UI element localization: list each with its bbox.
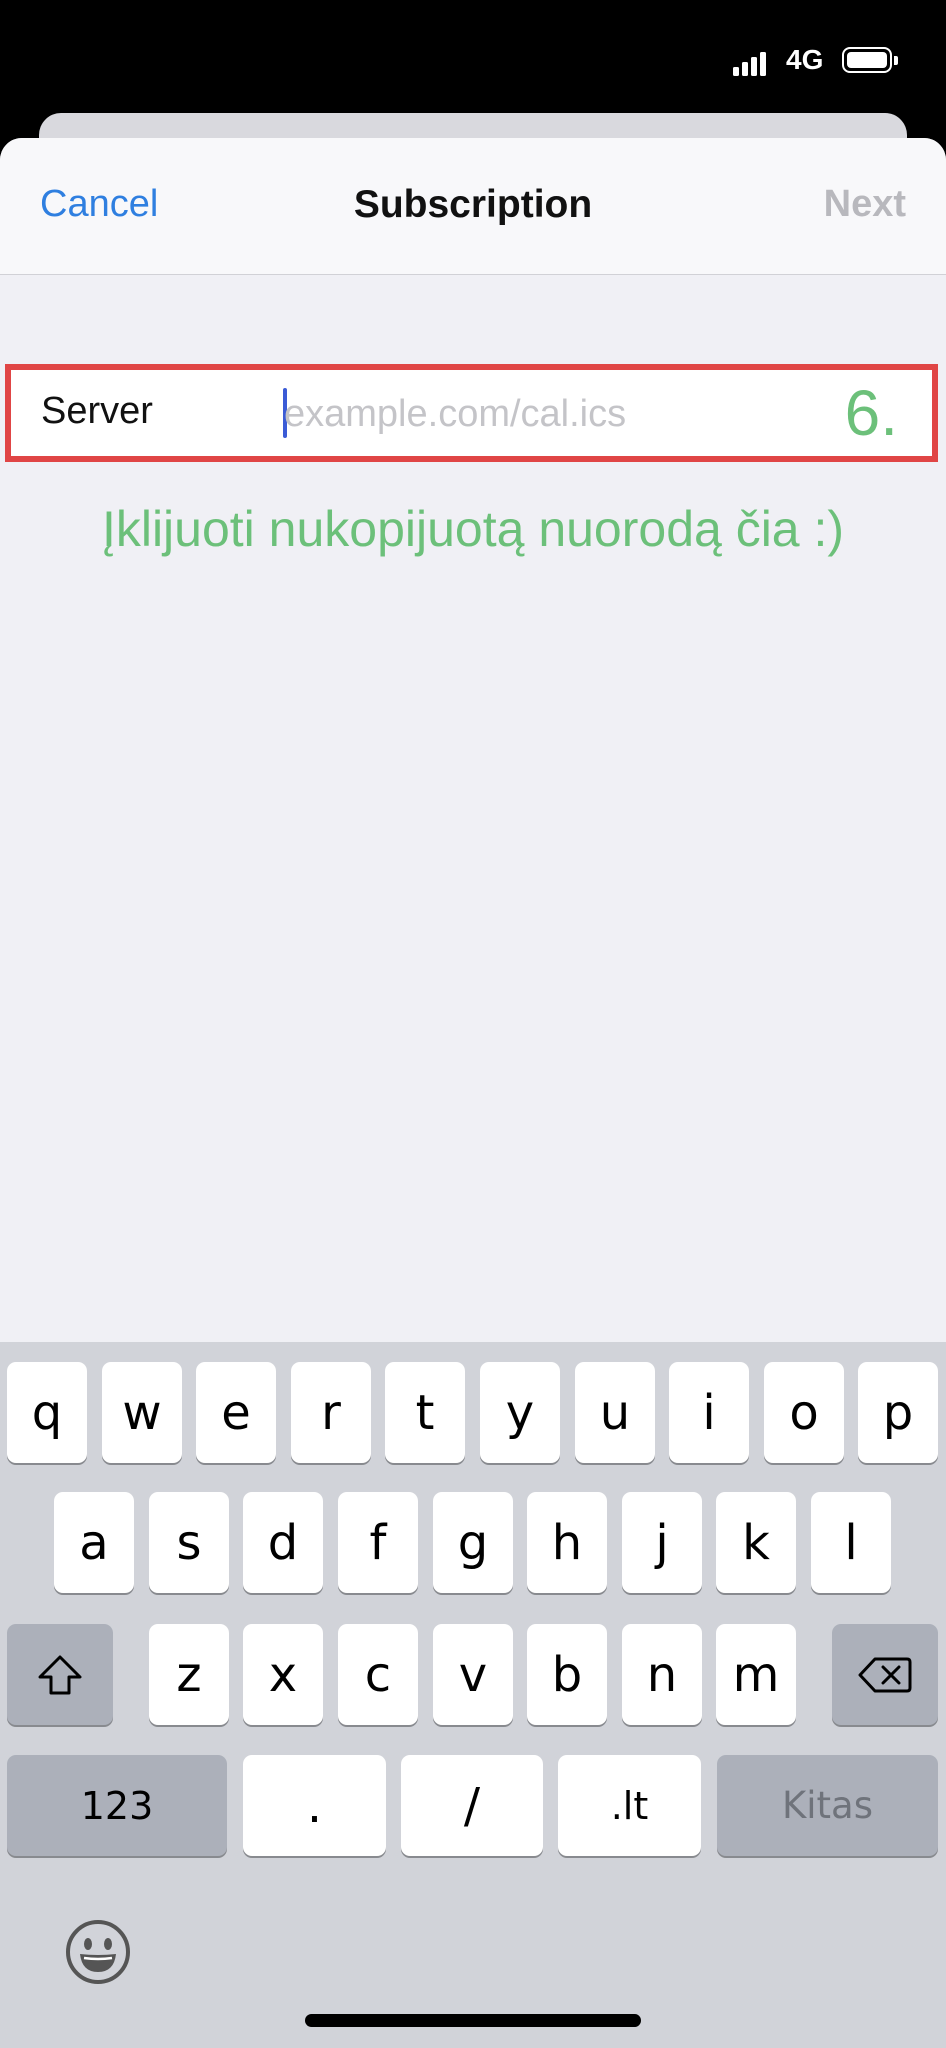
navigation-bar: Cancel Subscription Next: [0, 138, 946, 275]
key-g[interactable]: g: [433, 1492, 513, 1593]
key-label: g: [457, 1514, 489, 1571]
key-z[interactable]: z: [149, 1624, 229, 1725]
key-s[interactable]: s: [149, 1492, 229, 1593]
status-bar: 4G: [0, 0, 946, 120]
annotation-note: Įklijuoti nukopijuotą nuorodą čia :): [101, 501, 845, 557]
key-label: v: [458, 1646, 488, 1703]
key-y[interactable]: y: [480, 1362, 560, 1463]
key-l[interactable]: l: [811, 1492, 891, 1593]
backspace-icon: [858, 1657, 912, 1692]
numbers-key[interactable]: 123: [7, 1755, 227, 1856]
key-n[interactable]: n: [622, 1624, 702, 1725]
slash-key[interactable]: /: [401, 1755, 543, 1856]
key-f[interactable]: f: [338, 1492, 418, 1593]
lt-domain-key[interactable]: .lt: [558, 1755, 701, 1856]
server-field-row[interactable]: Server 6.: [5, 364, 938, 462]
key-label: p: [882, 1384, 914, 1441]
home-indicator[interactable]: [305, 2014, 641, 2027]
key-label: q: [31, 1384, 63, 1441]
server-label: Server: [41, 390, 153, 432]
key-d[interactable]: d: [243, 1492, 323, 1593]
keyboard: q w e r t y u i o p a s d f g h j k l z …: [0, 1342, 946, 2048]
key-label: h: [551, 1514, 583, 1571]
key-q[interactable]: q: [7, 1362, 87, 1463]
key-label: o: [789, 1384, 819, 1441]
key-c[interactable]: c: [338, 1624, 418, 1725]
signal-icon: [733, 52, 769, 76]
key-label: .lt: [610, 1783, 649, 1828]
key-label: r: [321, 1384, 341, 1441]
key-p[interactable]: p: [858, 1362, 938, 1463]
shift-icon: [38, 1655, 82, 1694]
key-h[interactable]: h: [527, 1492, 607, 1593]
step-number-annotation: 6.: [844, 377, 898, 449]
key-w[interactable]: w: [102, 1362, 182, 1463]
page-title: Subscription: [353, 183, 593, 226]
delete-key[interactable]: [832, 1624, 938, 1725]
key-e[interactable]: e: [196, 1362, 276, 1463]
key-label: e: [221, 1384, 251, 1441]
key-label: s: [176, 1514, 202, 1571]
key-u[interactable]: u: [575, 1362, 655, 1463]
key-m[interactable]: m: [716, 1624, 796, 1725]
emoji-icon[interactable]: [64, 1918, 132, 1986]
key-label: b: [551, 1646, 583, 1703]
key-v[interactable]: v: [433, 1624, 513, 1725]
key-label: t: [415, 1384, 435, 1441]
key-label: x: [268, 1646, 298, 1703]
key-label: i: [702, 1384, 716, 1441]
key-label: m: [732, 1646, 780, 1703]
key-label: f: [369, 1514, 387, 1571]
key-label: c: [364, 1646, 392, 1703]
key-r[interactable]: r: [291, 1362, 371, 1463]
key-label: k: [742, 1514, 770, 1571]
key-x[interactable]: x: [243, 1624, 323, 1725]
key-label: 123: [80, 1783, 154, 1828]
network-type: 4G: [786, 44, 824, 75]
key-label: w: [122, 1384, 162, 1441]
shift-key[interactable]: [7, 1624, 113, 1725]
key-label: .: [306, 1777, 323, 1834]
key-label: l: [844, 1514, 858, 1571]
key-label: d: [267, 1514, 299, 1571]
return-key[interactable]: Kitas: [717, 1755, 938, 1856]
key-label: y: [505, 1384, 535, 1441]
key-label: u: [599, 1384, 631, 1441]
key-label: /: [463, 1777, 481, 1834]
key-label: a: [79, 1514, 109, 1571]
key-a[interactable]: a: [54, 1492, 134, 1593]
next-button[interactable]: Next: [824, 183, 906, 226]
key-t[interactable]: t: [385, 1362, 465, 1463]
key-label: j: [655, 1514, 669, 1571]
key-o[interactable]: o: [764, 1362, 844, 1463]
key-k[interactable]: k: [716, 1492, 796, 1593]
dot-key[interactable]: .: [243, 1755, 386, 1856]
key-j[interactable]: j: [622, 1492, 702, 1593]
key-label: z: [176, 1646, 202, 1703]
key-label: n: [646, 1646, 678, 1703]
battery-icon: [842, 47, 898, 73]
key-i[interactable]: i: [669, 1362, 749, 1463]
server-input[interactable]: [284, 384, 834, 444]
key-b[interactable]: b: [527, 1624, 607, 1725]
key-label: Kitas: [781, 1784, 873, 1827]
